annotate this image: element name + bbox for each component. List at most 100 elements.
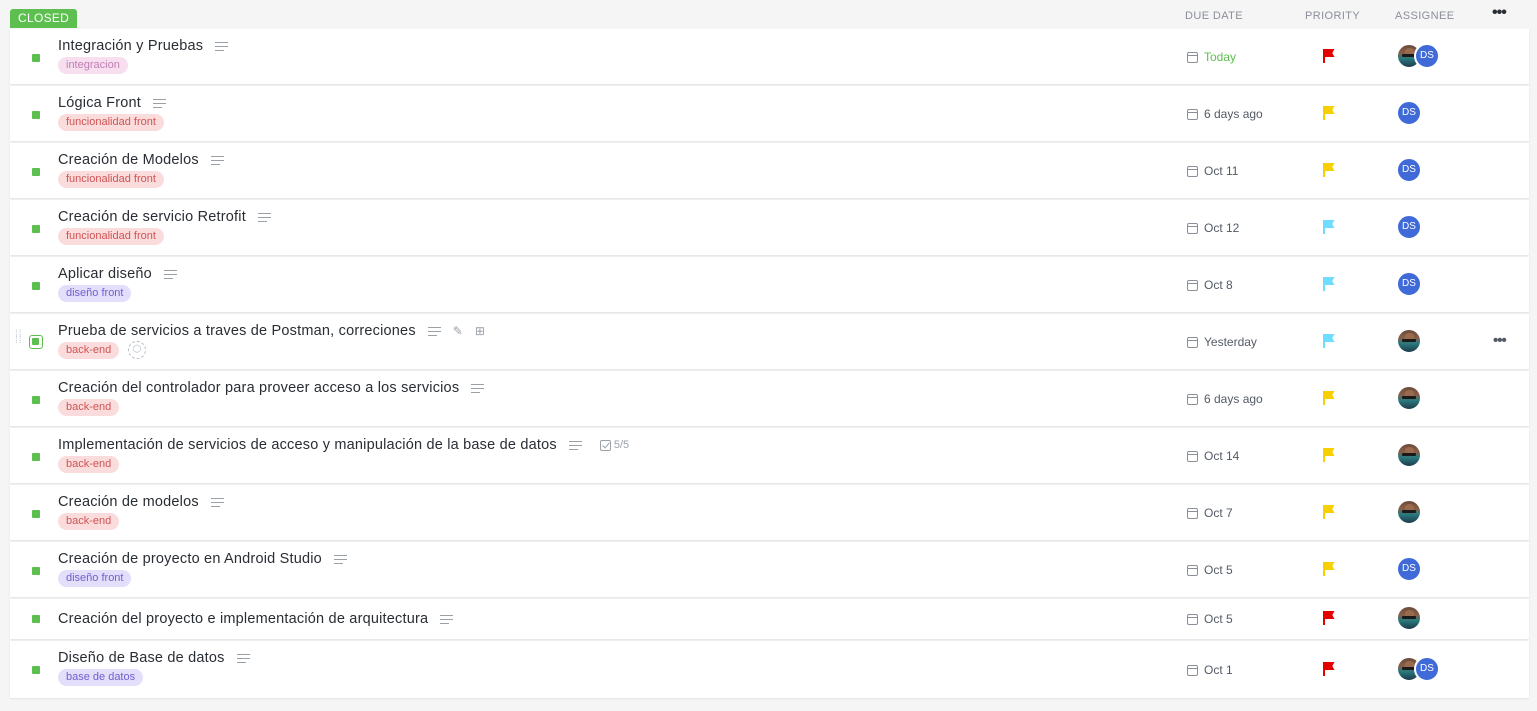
task-title[interactable]: Aplicar diseño <box>58 266 152 282</box>
status-square-icon[interactable] <box>29 335 43 349</box>
priority-flag-icon[interactable] <box>1323 611 1335 625</box>
task-title[interactable]: Lógica Front <box>58 95 141 111</box>
task-title[interactable]: Diseño de Base de datos <box>58 650 225 666</box>
priority-flag-icon[interactable] <box>1323 49 1335 63</box>
task-title[interactable]: Creación del proyecto e implementación d… <box>58 611 428 627</box>
task-title[interactable]: Creación de servicio Retrofit <box>58 209 246 225</box>
drag-handle-icon[interactable]: ⁞⁞ ⁞⁞ <box>15 330 23 346</box>
assignee-avatars[interactable]: DS <box>1396 656 1440 682</box>
status-square-icon[interactable] <box>32 453 40 461</box>
avatar[interactable]: DS <box>1396 214 1422 240</box>
task-tag[interactable]: diseño front <box>58 285 132 302</box>
task-tag[interactable]: back-end <box>58 513 120 530</box>
add-tag-icon[interactable]: ⬡ <box>128 341 146 359</box>
status-square-icon[interactable] <box>32 666 40 674</box>
status-closed-badge[interactable]: CLOSED <box>10 9 78 28</box>
due-date[interactable]: Oct 5 <box>1187 563 1233 577</box>
status-square-icon[interactable] <box>32 282 40 290</box>
due-date[interactable]: Oct 14 <box>1187 449 1239 463</box>
priority-flag-icon[interactable] <box>1323 220 1335 234</box>
assignee-avatars[interactable]: DS <box>1396 43 1440 69</box>
assignee-avatars[interactable]: DS <box>1396 100 1422 126</box>
due-date[interactable]: 6 days ago <box>1187 107 1263 121</box>
task-row[interactable]: Diseño de Base de datos base de datos Oc… <box>10 641 1529 698</box>
row-more-icon[interactable]: ••• <box>1493 332 1507 349</box>
avatar[interactable] <box>1396 499 1422 525</box>
due-date[interactable]: Oct 11 <box>1187 164 1238 178</box>
task-tag[interactable]: funcionalidad front <box>58 114 164 131</box>
assignee-avatars[interactable]: DS <box>1396 214 1422 240</box>
task-title[interactable]: Creación del controlador para proveer ac… <box>58 380 459 396</box>
avatar[interactable]: DS <box>1414 43 1440 69</box>
status-square-icon[interactable] <box>32 510 40 518</box>
task-row[interactable]: ⁞⁞ ⁞⁞ Prueba de servicios a traves de Pos… <box>10 314 1529 369</box>
assignee-avatars[interactable] <box>1396 328 1422 354</box>
avatar[interactable]: DS <box>1396 271 1422 297</box>
priority-flag-icon[interactable] <box>1323 334 1335 348</box>
task-tag[interactable]: back-end <box>58 399 120 416</box>
avatar[interactable] <box>1396 385 1422 411</box>
priority-flag-icon[interactable] <box>1323 448 1335 462</box>
assignee-avatars[interactable] <box>1396 605 1422 631</box>
task-row[interactable]: Lógica Front funcionalidad front 6 days … <box>10 86 1529 141</box>
assignee-avatars[interactable]: DS <box>1396 271 1422 297</box>
task-tag[interactable]: base de datos <box>58 669 144 686</box>
priority-flag-icon[interactable] <box>1323 106 1335 120</box>
task-row[interactable]: Creación de servicio Retrofit funcionali… <box>10 200 1529 255</box>
status-square-icon[interactable] <box>32 111 40 119</box>
more-options-icon[interactable]: ••• <box>1492 4 1507 22</box>
task-tag[interactable]: back-end <box>58 456 120 473</box>
avatar[interactable] <box>1396 328 1422 354</box>
avatar[interactable]: DS <box>1414 656 1440 682</box>
priority-flag-icon[interactable] <box>1323 163 1335 177</box>
task-tag[interactable]: back-end <box>58 342 120 359</box>
task-title[interactable]: Integración y Pruebas <box>58 38 203 54</box>
task-row[interactable]: Aplicar diseño diseño front Oct 8 DS <box>10 257 1529 312</box>
task-title[interactable]: Creación de proyecto en Android Studio <box>58 551 322 567</box>
column-due-date[interactable]: DUE DATE <box>1185 10 1243 22</box>
due-date[interactable]: Oct 1 <box>1187 663 1233 677</box>
task-title[interactable]: Creación de modelos <box>58 494 199 510</box>
avatar[interactable]: DS <box>1396 100 1422 126</box>
task-row[interactable]: Creación de proyecto en Android Studio d… <box>10 542 1529 597</box>
status-square-icon[interactable] <box>32 225 40 233</box>
due-date[interactable]: Today <box>1187 50 1236 64</box>
task-row[interactable]: Creación del proyecto e implementación d… <box>10 599 1529 639</box>
task-row[interactable]: Creación de modelos back-end Oct 7 <box>10 485 1529 540</box>
task-row[interactable]: Implementación de servicios de acceso y … <box>10 428 1529 483</box>
due-date[interactable]: Oct 12 <box>1187 221 1239 235</box>
assignee-avatars[interactable] <box>1396 442 1422 468</box>
task-tag[interactable]: diseño front <box>58 570 132 587</box>
column-assignee[interactable]: ASSIGNEE <box>1395 10 1454 22</box>
task-tag[interactable]: funcionalidad front <box>58 171 164 188</box>
due-date[interactable]: Oct 7 <box>1187 506 1233 520</box>
assignee-avatars[interactable] <box>1396 385 1422 411</box>
status-square-icon[interactable] <box>32 168 40 176</box>
status-square-icon[interactable] <box>32 615 40 623</box>
edit-pencil-icon[interactable]: ✎ <box>453 324 463 338</box>
task-row[interactable]: Integración y Pruebas integracion Today … <box>10 29 1529 84</box>
subtask-icon[interactable]: ⊞ <box>475 324 485 338</box>
task-title[interactable]: Creación de Modelos <box>58 152 199 168</box>
avatar[interactable] <box>1396 442 1422 468</box>
task-row[interactable]: Creación del controlador para proveer ac… <box>10 371 1529 426</box>
status-square-icon[interactable] <box>32 567 40 575</box>
task-title[interactable]: Prueba de servicios a traves de Postman,… <box>58 323 416 339</box>
priority-flag-icon[interactable] <box>1323 562 1335 576</box>
task-tag[interactable]: funcionalidad front <box>58 228 164 245</box>
assignee-avatars[interactable]: DS <box>1396 157 1422 183</box>
assignee-avatars[interactable] <box>1396 499 1422 525</box>
avatar[interactable]: DS <box>1396 157 1422 183</box>
task-tag[interactable]: integracion <box>58 57 128 74</box>
due-date[interactable]: 6 days ago <box>1187 392 1263 406</box>
avatar[interactable] <box>1396 605 1422 631</box>
priority-flag-icon[interactable] <box>1323 391 1335 405</box>
priority-flag-icon[interactable] <box>1323 662 1335 676</box>
column-priority[interactable]: PRIORITY <box>1305 10 1360 22</box>
priority-flag-icon[interactable] <box>1323 505 1335 519</box>
avatar[interactable]: DS <box>1396 556 1422 582</box>
status-square-icon[interactable] <box>32 396 40 404</box>
priority-flag-icon[interactable] <box>1323 277 1335 291</box>
task-row[interactable]: Creación de Modelos funcionalidad front … <box>10 143 1529 198</box>
due-date[interactable]: Yesterday <box>1187 335 1257 349</box>
